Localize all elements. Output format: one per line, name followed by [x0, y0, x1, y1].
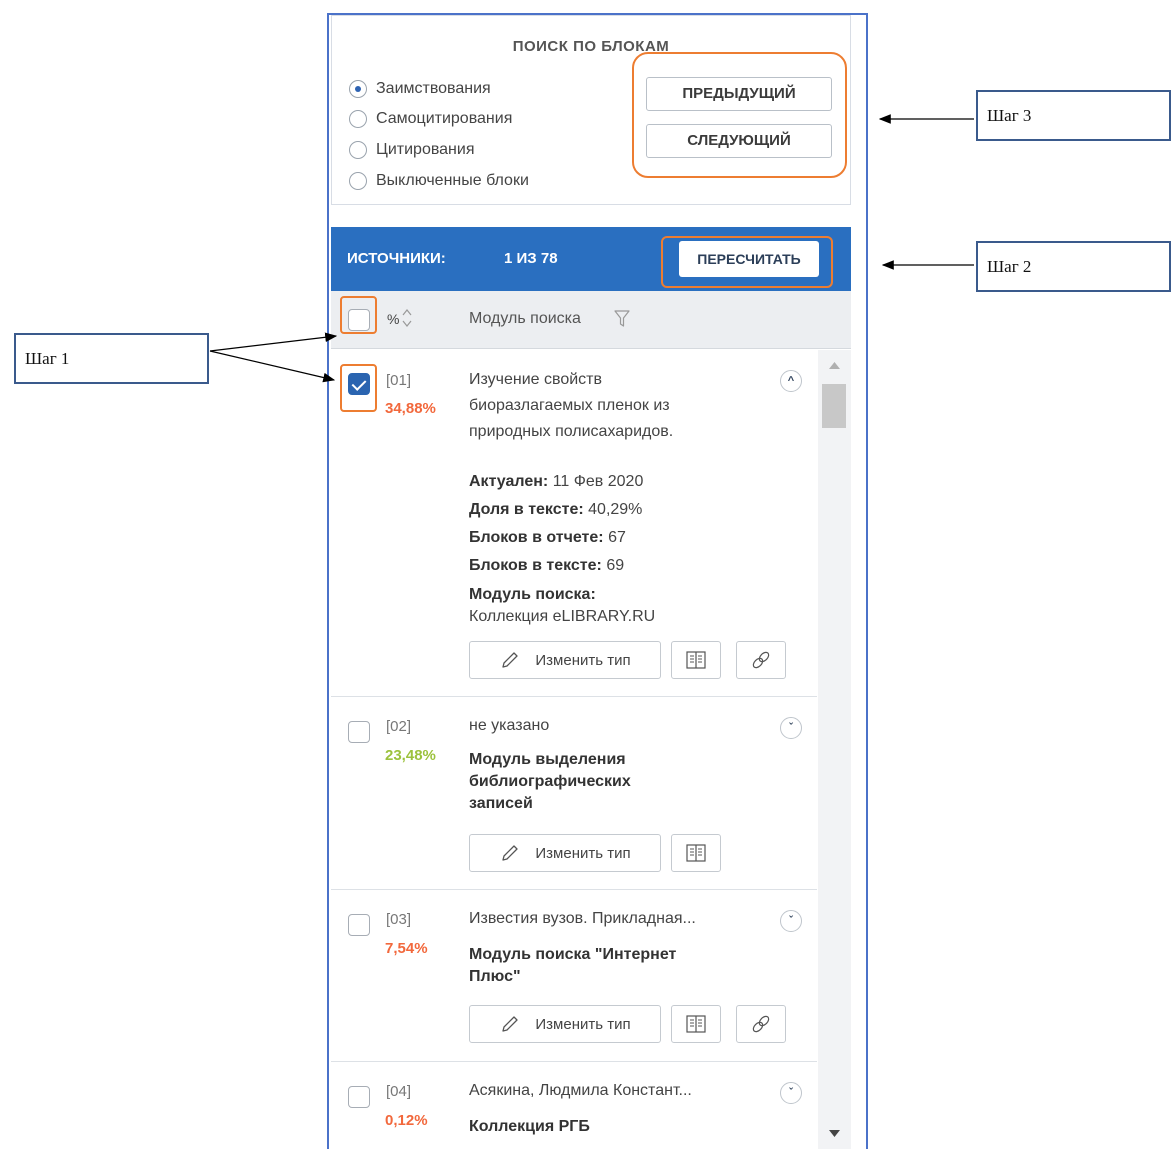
annotation-arrows — [209, 114, 974, 383]
